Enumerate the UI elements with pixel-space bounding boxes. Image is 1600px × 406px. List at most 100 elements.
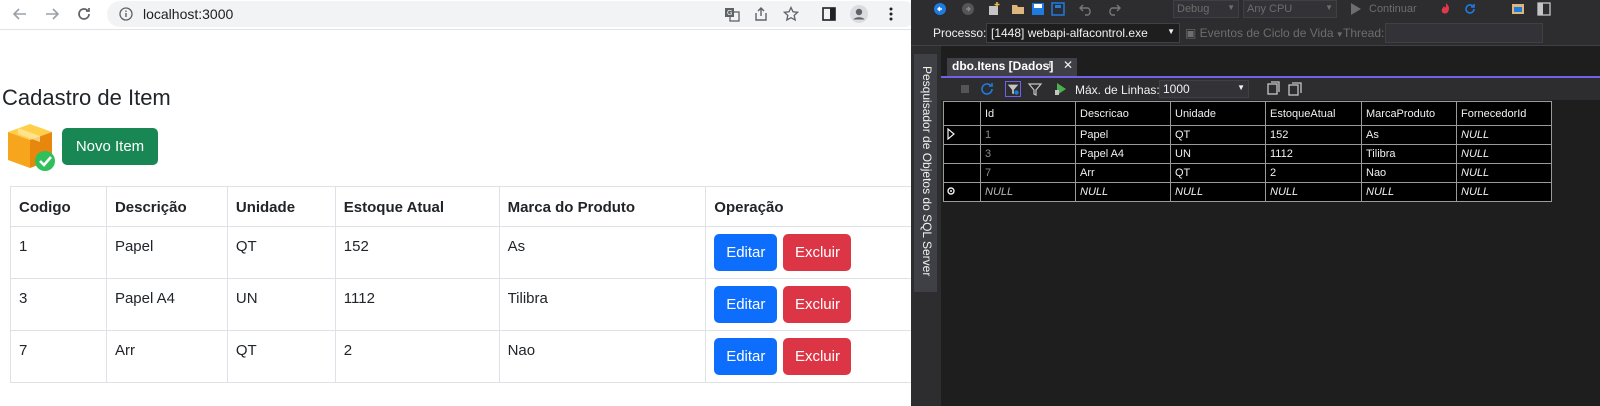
apply-filter-icon[interactable] (1005, 81, 1021, 97)
grid-column-header[interactable]: EstoqueAtual (1265, 101, 1362, 126)
configuration-combo[interactable]: Debug ▼ (1173, 0, 1239, 18)
grid-cell[interactable]: QT (1170, 163, 1266, 183)
side-panel-icon[interactable] (818, 3, 840, 25)
bookmark-star-icon[interactable] (782, 5, 800, 23)
grid-cell[interactable]: 3 (980, 144, 1076, 164)
grid-column-header[interactable]: Unidade (1170, 101, 1266, 126)
grid-column-header[interactable]: FornecedorId (1456, 101, 1552, 126)
grid-cell[interactable]: QT (1170, 125, 1266, 145)
redo-icon[interactable] (1107, 2, 1121, 16)
grid-cell[interactable]: NULL (1456, 163, 1552, 183)
more-menu-icon[interactable] (880, 3, 902, 25)
grid-column-header[interactable]: MarcaProduto (1361, 101, 1457, 126)
grid-cell[interactable]: Tilibra (1361, 144, 1457, 164)
sql-object-explorer-tab[interactable]: Pesquisador de Objetos do SQL Server (914, 54, 937, 292)
filter-icon[interactable] (1027, 81, 1043, 97)
grid-column-header[interactable]: Id (980, 101, 1076, 126)
grid-cell[interactable]: NULL (1456, 144, 1552, 164)
url-text[interactable]: localhost:3000 (143, 6, 233, 22)
undo-icon[interactable] (1079, 2, 1093, 16)
thread-combo[interactable] (1385, 23, 1543, 43)
close-icon[interactable]: ✕ (1063, 58, 1073, 72)
script-file-icon[interactable] (1287, 81, 1303, 97)
execute-script-icon[interactable] (1053, 81, 1069, 97)
grid-column-header[interactable]: Descricao (1075, 101, 1171, 126)
continue-button[interactable]: Continuar (1369, 3, 1417, 15)
grid-cell[interactable]: NULL (1075, 182, 1171, 202)
thread-label: Thread: (1343, 26, 1385, 40)
grid-cell[interactable]: 1112 (1265, 144, 1362, 164)
open-folder-icon[interactable] (1011, 2, 1025, 16)
chevron-down-icon: ▼ (1237, 83, 1245, 92)
lifecycle-events-button[interactable]: ▣ Eventos de Ciclo de Vida ▼ (1185, 26, 1344, 40)
cell-marca: As (498, 226, 707, 279)
grid-cell[interactable]: UN (1170, 144, 1266, 164)
play-icon[interactable] (1351, 3, 1361, 15)
refresh-icon[interactable] (1463, 2, 1477, 16)
reload-icon[interactable] (72, 0, 96, 28)
grid-cell[interactable]: NULL (980, 182, 1076, 202)
address-bar[interactable]: localhost:3000 G (107, 1, 917, 27)
stop-icon[interactable] (957, 81, 973, 97)
grid-cell[interactable]: 7 (980, 163, 1076, 183)
delete-button[interactable]: Excluir (783, 338, 852, 375)
max-rows-label: Máx. de Linhas: (1075, 83, 1160, 97)
grid-row: 1 Papel QT 152 As NULL (943, 125, 1552, 145)
grid-cell[interactable]: NULL (1170, 182, 1266, 202)
edit-button[interactable]: Editar (714, 234, 778, 271)
hot-reload-icon[interactable] (1439, 2, 1453, 16)
script-icon[interactable] (1265, 81, 1281, 97)
new-row-asterisk-icon[interactable] (943, 182, 981, 202)
edit-button[interactable]: Editar (714, 338, 778, 375)
edit-button[interactable]: Editar (714, 286, 778, 323)
cell-operacao: Editar Excluir (705, 226, 929, 279)
document-tab[interactable]: dbo.Itens [Dados] ⊣ ✕ (947, 58, 1077, 76)
platform-combo[interactable]: Any CPU ▼ (1243, 0, 1337, 18)
pin-icon[interactable]: ⊣ (1042, 60, 1051, 71)
grid-cell[interactable]: NULL (1361, 182, 1457, 202)
translate-icon[interactable]: G (723, 5, 741, 23)
grid-cell[interactable]: Papel (1075, 125, 1171, 145)
new-item-icon[interactable] (987, 2, 1001, 16)
solution-explorer-icon[interactable] (1511, 2, 1525, 16)
refresh-data-icon[interactable] (979, 81, 995, 97)
grid-cell[interactable]: 152 (1265, 125, 1362, 145)
lifecycle-icon: ▣ (1185, 26, 1200, 40)
share-icon[interactable] (752, 5, 770, 23)
grid-corner-header[interactable] (943, 101, 981, 126)
cell-marca: Nao (498, 330, 707, 383)
grid-row-header[interactable] (943, 144, 981, 164)
sql-object-explorer-label[interactable]: Pesquisador de Objetos do SQL Server (920, 66, 934, 276)
grid-row-header[interactable] (943, 163, 981, 183)
visual-studio-window: Debug ▼ Any CPU ▼ Continuar Processo: [144… (911, 0, 1600, 406)
grid-cell[interactable]: Papel A4 (1075, 144, 1171, 164)
current-row-indicator-icon[interactable] (943, 125, 981, 145)
chevron-down-icon: ▼ (1167, 27, 1175, 36)
save-icon[interactable] (1031, 2, 1045, 16)
new-item-button[interactable]: Novo Item (62, 128, 158, 165)
profile-avatar-icon[interactable] (848, 3, 870, 25)
grid-cell[interactable]: NULL (1265, 182, 1362, 202)
back-icon[interactable] (8, 0, 32, 28)
site-info-icon[interactable] (119, 7, 133, 21)
process-label: Processo: (933, 26, 987, 40)
window-layout-icon[interactable] (1537, 2, 1551, 16)
process-combo[interactable]: [1448] webapi-alfacontrol.exe ▼ (986, 23, 1180, 43)
grid-cell[interactable]: NULL (1456, 125, 1552, 145)
grid-cell[interactable]: 2 (1265, 163, 1362, 183)
grid-cell[interactable]: Nao (1361, 163, 1457, 183)
max-rows-combo[interactable]: 1000 ▼ (1159, 80, 1249, 98)
grid-row: 3 Papel A4 UN 1112 Tilibra NULL (943, 144, 1552, 164)
navigate-back-icon[interactable] (933, 2, 947, 16)
grid-cell[interactable]: Arr (1075, 163, 1171, 183)
save-all-icon[interactable] (1051, 2, 1065, 16)
navigate-forward-icon[interactable] (961, 2, 975, 16)
delete-button[interactable]: Excluir (783, 286, 852, 323)
grid-cell[interactable]: NULL (1456, 182, 1552, 202)
forward-icon[interactable] (40, 0, 64, 28)
delete-button[interactable]: Excluir (783, 234, 852, 271)
grid-cell[interactable]: 1 (980, 125, 1076, 145)
grid-cell[interactable]: As (1361, 125, 1457, 145)
table-row: 1 Papel QT 152 As Editar Excluir (10, 226, 929, 279)
data-editor-document: dbo.Itens [Dados] ⊣ ✕ Máx. de Linhas: 10… (941, 46, 1600, 406)
